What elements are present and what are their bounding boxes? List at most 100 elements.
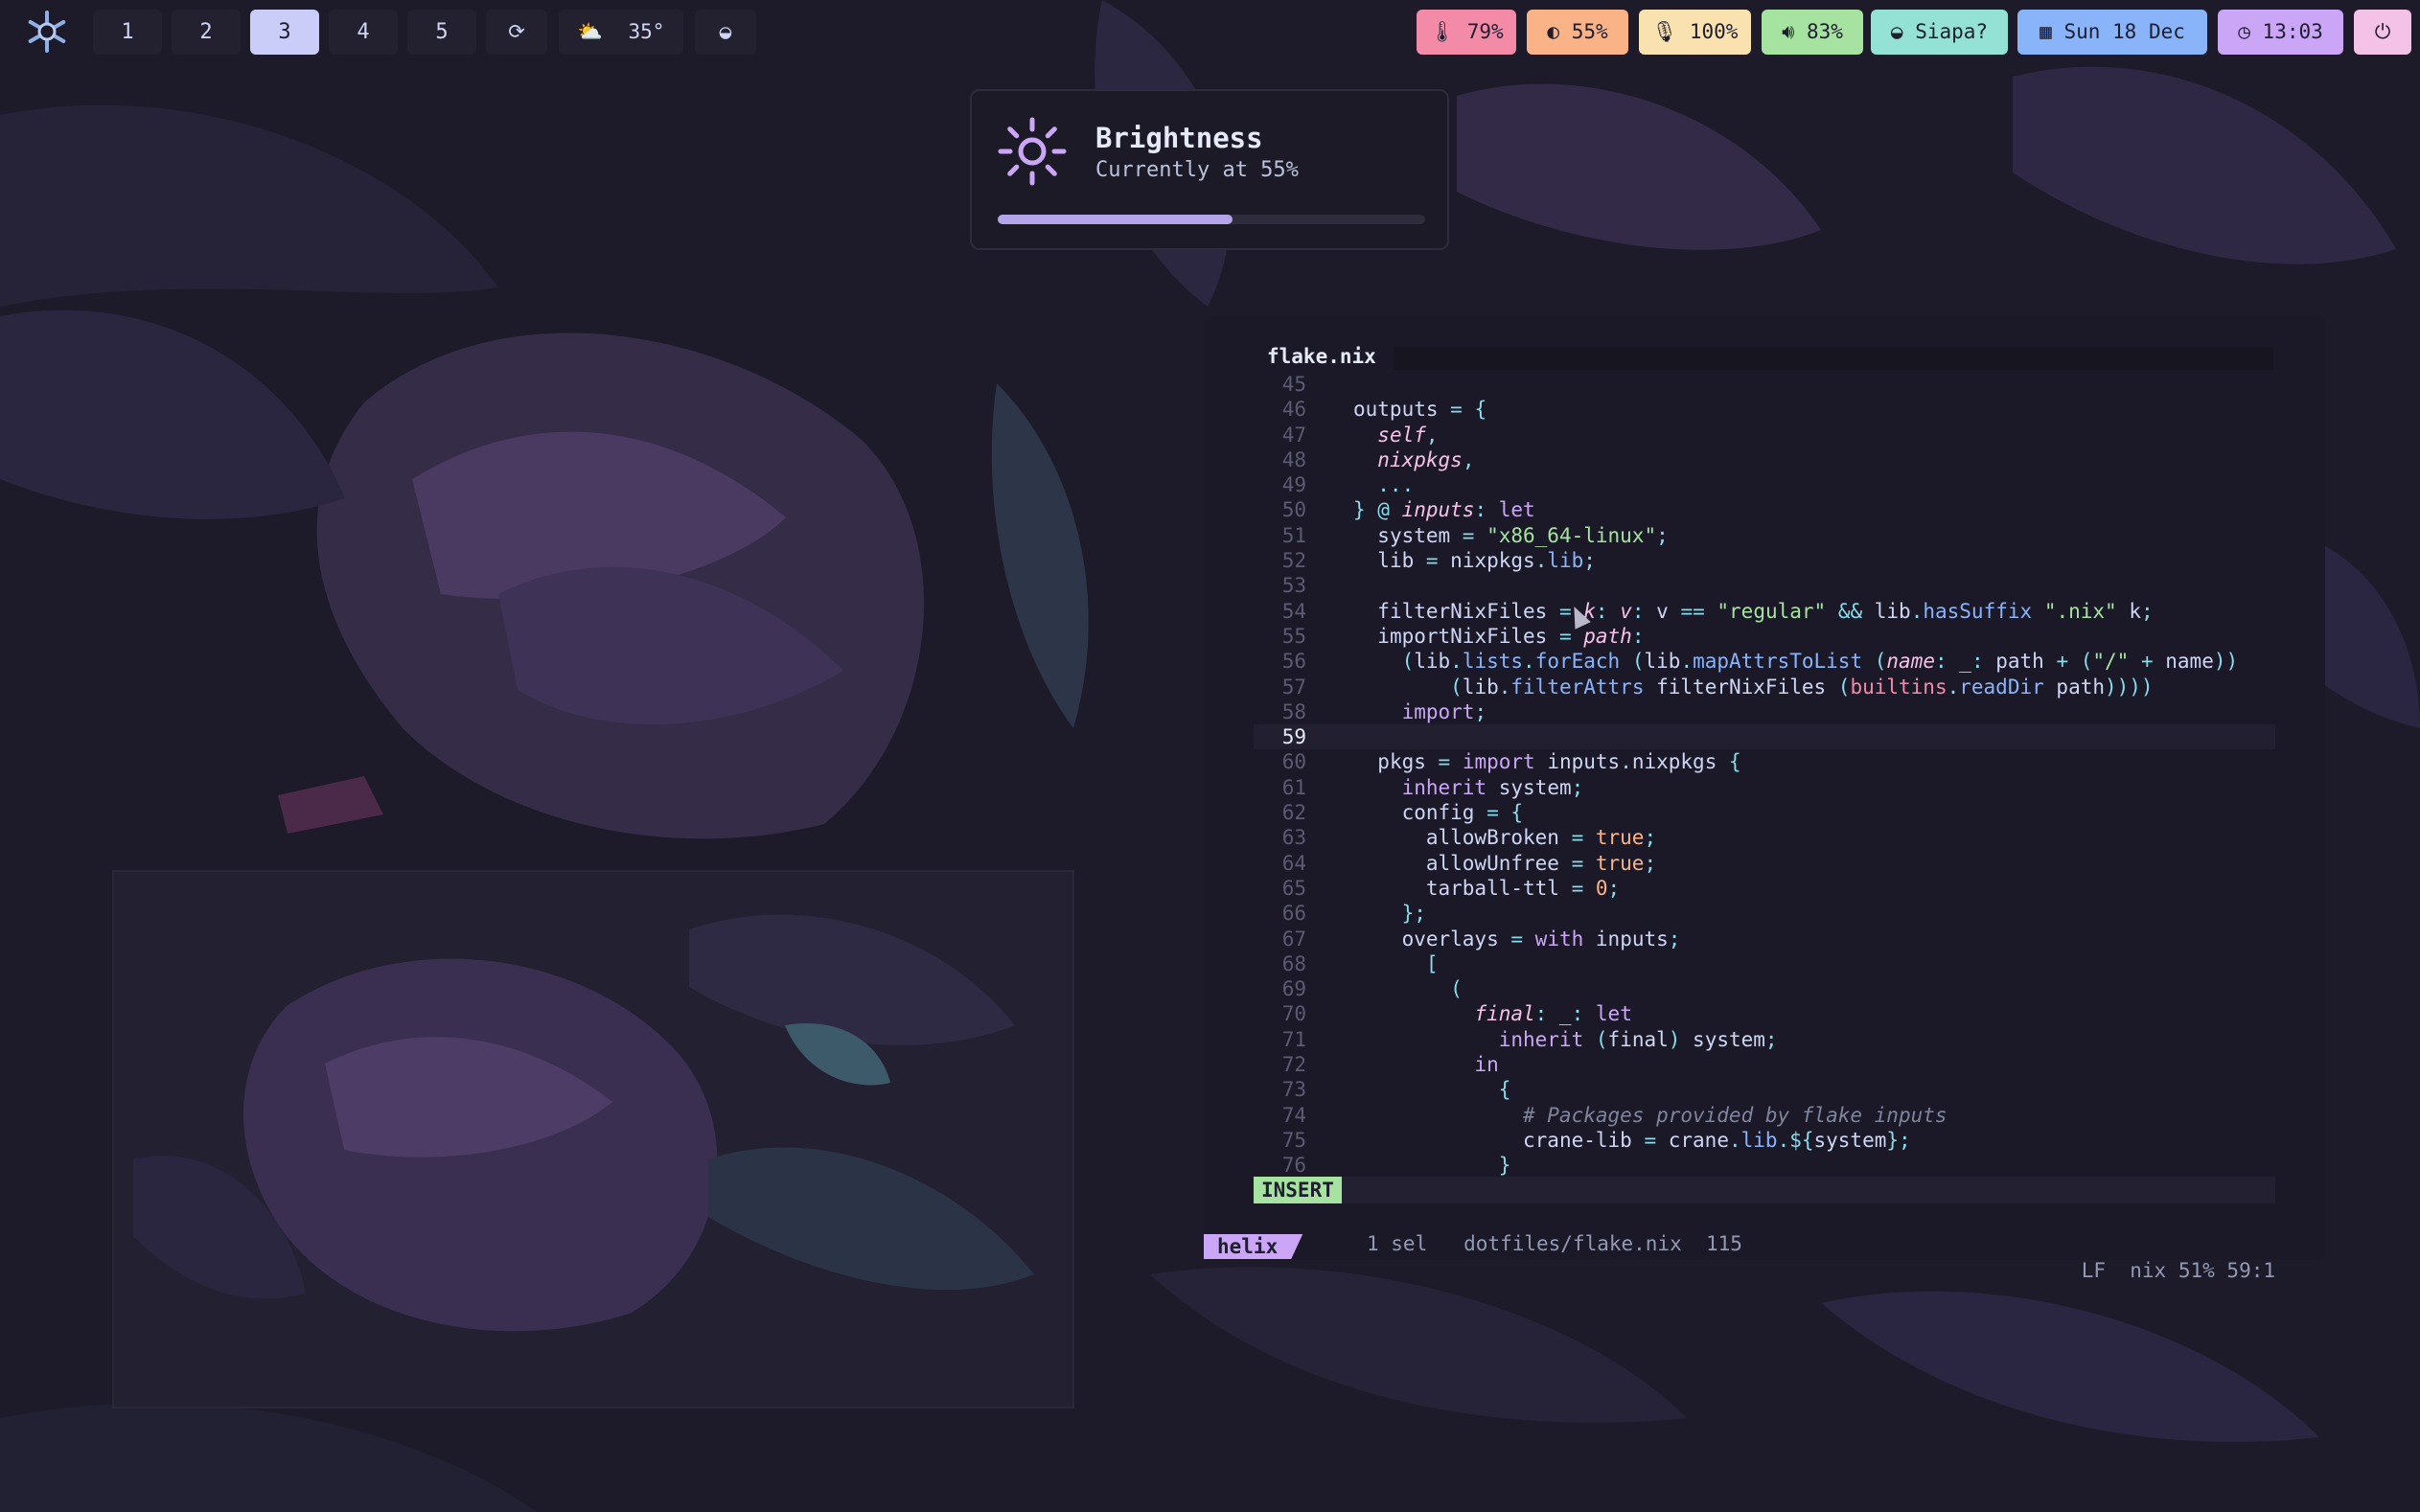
line-number: 50 [1281,498,1306,522]
clock-indicator[interactable]: ◷ 13:03 [2218,10,2343,55]
line-number: 64 [1281,851,1306,875]
code-line[interactable]: 66 }; [1254,901,2275,926]
line-number: 58 [1281,699,1306,723]
volume-icon: 🔊︎ [1782,20,1795,43]
code-line[interactable]: 53 [1254,573,2275,598]
code-line[interactable]: 64 allowUnfree = true; [1254,851,2275,876]
line-number: 56 [1281,650,1306,674]
line-number: 63 [1281,826,1306,850]
microphone-icon: 🎙︎ [1651,20,1678,43]
line-text: self, [1377,423,1439,447]
code-line[interactable]: 73 { [1254,1077,2275,1102]
code-line[interactable]: 61 inherit system; [1254,775,2275,800]
buffer-tab[interactable]: flake.nix [1267,345,1376,368]
line-text: allowBroken = true; [1425,826,1657,850]
line-text: tarball-ttl = 0; [1425,876,1621,900]
code-line[interactable]: 45 [1254,372,2275,397]
workspace-5[interactable]: 5 [407,10,476,55]
line-text: crane-lib = crane.lib.${system}; [1523,1128,1911,1152]
line-text: allowUnfree = true; [1425,851,1657,875]
weather-widget[interactable]: ⛅ 35° [559,10,683,55]
line-text: import; [1401,699,1487,723]
microphone-value: 100% [1689,20,1739,43]
line-text: { [1353,1078,1511,1102]
brightness-progress-fill [998,215,1233,224]
code-line[interactable]: 67 overlays = with inputs; [1254,927,2275,951]
line-number: 74 [1281,1103,1306,1127]
line-number: 70 [1281,1002,1306,1026]
volume-value: 83% [1806,20,1843,43]
code-area[interactable]: 45 46 outputs = {47 self, 48 nixpkgs, 49 ...… [1254,372,2275,1179]
power-button[interactable]: ⏻ [2354,10,2411,55]
volume-indicator[interactable]: 🔊︎ 83% [1762,10,1863,55]
line-text: } @ inputs: let [1353,498,1535,522]
brightness-osd: Brightness Currently at 55% [970,89,1449,250]
brightness-indicator[interactable]: ◐ 55% [1527,10,1628,55]
line-number: 66 [1281,902,1306,926]
code-line[interactable]: 55 importNixFiles = path: [1254,624,2275,649]
workspace-4[interactable]: 4 [329,10,398,55]
helix-editor-window[interactable]: flake.nix 45 46 outputs = {47 self, 48 nixp… [1204,316,2325,1282]
code-line[interactable]: 58 import; [1254,699,2275,724]
line-text: inherit (final) system; [1498,1027,1778,1051]
date-indicator[interactable]: ▦ Sun 18 Dec [2017,10,2207,55]
power-icon: ⏻ [2374,20,2391,43]
refresh-button[interactable]: ⟳ [486,10,547,55]
status-line: INSERT 1 sel dotfiles/flake.nix 115 LF n… [1254,1177,2275,1282]
code-line[interactable]: 50 } @ inputs: let [1254,497,2275,522]
line-text: final: _: let [1474,1002,1632,1026]
line-text: ... [1353,473,1415,497]
code-line[interactable]: 72 in [1254,1052,2275,1077]
code-line[interactable]: 52 lib = nixpkgs.lib; [1254,548,2275,573]
microphone-indicator[interactable]: 🎙︎ 100% [1639,10,1751,55]
nixos-logo-icon[interactable] [25,10,69,54]
temperature-indicator[interactable]: 🌡︎ 79% [1417,10,1516,55]
image-preview [114,872,1072,1407]
code-line[interactable]: 57 (lib.filterAttrs filterNixFiles (buil… [1254,675,2275,699]
osd-subtitle: Currently at 55% [1095,158,1299,182]
code-line[interactable]: 56 (lib.lists.forEach (lib.mapAttrsToLis… [1254,649,2275,674]
code-line[interactable]: 49 ... [1254,472,2275,497]
refresh-icon: ⟳ [508,20,525,43]
code-line[interactable]: 70 final: _: let [1254,1001,2275,1026]
code-line[interactable]: 63 allowBroken = true; [1254,825,2275,850]
line-text: outputs = { [1353,398,1487,422]
code-line[interactable]: 51 system = "x86_64-linux"; [1254,523,2275,548]
code-line[interactable]: 75 crane-lib = crane.lib.${system}; [1254,1128,2275,1153]
code-line[interactable]: 54 filterNixFiles = k: v: v == "regular"… [1254,599,2275,624]
workspace-3[interactable]: 3 [250,10,319,55]
code-line[interactable]: 65 tarball-ttl = 0; [1254,876,2275,901]
mode-indicator: INSERT [1254,1177,1342,1203]
line-text: in [1474,1053,1499,1077]
code-line[interactable]: 47 self, [1254,423,2275,447]
sun-icon [998,117,1067,186]
line-text: # Packages provided by flake inputs [1353,1103,1948,1127]
wifi-indicator[interactable]: ◒ Siapa? [1871,10,2008,55]
workspace-2[interactable]: 2 [172,10,241,55]
code-line[interactable]: 76 } [1254,1153,2275,1178]
code-line[interactable]: 62 config = { [1254,800,2275,825]
weather-temp: 35° [628,20,665,43]
image-viewer-window[interactable] [112,870,1074,1409]
line-text: } [1353,1154,1511,1178]
code-line[interactable]: 59 [1254,724,2275,750]
code-line[interactable]: 46 outputs = { [1254,397,2275,422]
line-number: 52 [1281,549,1306,573]
line-text: filterNixFiles = k: v: v == "regular" &&… [1377,599,2154,623]
buffer-tab-bar [1394,347,2273,370]
code-line[interactable]: 60 pkgs = import inputs.nixpkgs { [1254,749,2275,774]
line-number: 48 [1281,447,1306,471]
line-number: 76 [1281,1154,1306,1178]
code-line[interactable]: 74 # Packages provided by flake inputs [1254,1103,2275,1128]
network-button[interactable]: ◒ [695,10,756,55]
line-number: 71 [1281,1027,1306,1051]
workspace-1[interactable]: 1 [93,10,162,55]
line-number: 57 [1281,675,1306,699]
wifi-icon: ◒ [1890,20,1903,43]
code-line[interactable]: 69 ( [1254,976,2275,1001]
line-number: 75 [1281,1128,1306,1152]
code-line[interactable]: 68 [ [1254,951,2275,976]
line-text: pkgs = import inputs.nixpkgs { [1377,750,1741,774]
code-line[interactable]: 48 nixpkgs, [1254,447,2275,472]
code-line[interactable]: 71 inherit (final) system; [1254,1027,2275,1052]
